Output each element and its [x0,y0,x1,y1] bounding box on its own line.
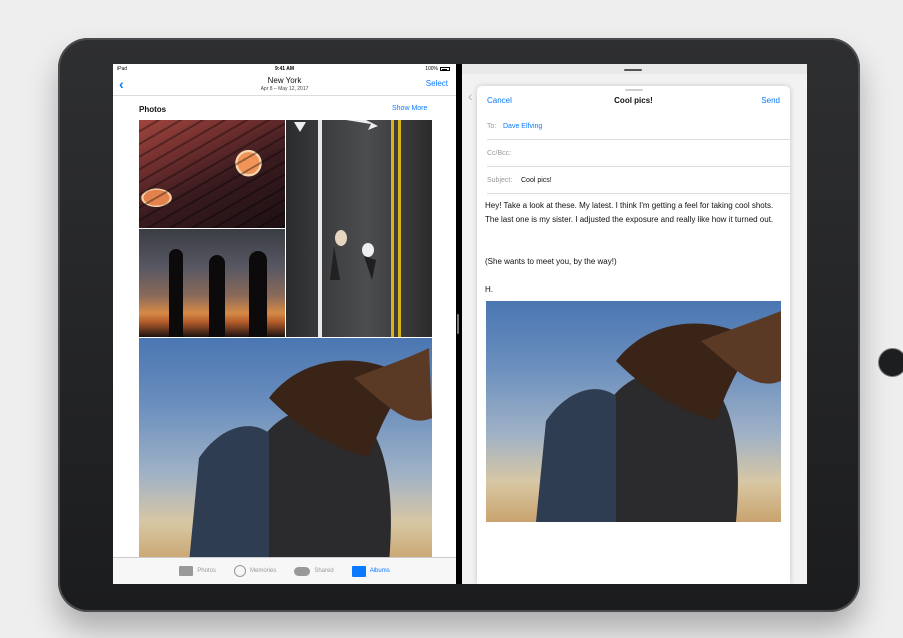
photos-navbar: ‹ New York Apr 8 – May 12, 2017 Select [113,74,456,96]
tab-photos-label: Photos [197,568,216,574]
compose-title: Cool pics! [614,96,653,105]
status-bar: iPad 9:41 AM 100% [113,64,456,74]
photo-road[interactable] [286,120,432,337]
photos-section-title: Photos [139,105,167,114]
photos-app: iPad 9:41 AM 100% ‹ New York Apr 8 – May… [113,64,456,584]
tab-shared[interactable]: Shared [294,566,334,576]
photo-silhouettes[interactable] [139,229,285,337]
show-more-link[interactable]: Show More [392,105,427,112]
tab-memories[interactable]: Memories [233,565,277,577]
mail-back-chevron-icon: ‹ [468,88,473,104]
subject-field[interactable]: Subject: Cool pics! [487,167,790,194]
tab-shared-label: Shared [314,568,334,574]
tab-photos[interactable]: Photos [179,566,216,576]
subject-value[interactable]: Cool pics! [521,177,552,184]
photo-grapefruit[interactable] [139,120,285,228]
albums-icon [351,565,366,577]
tab-albums[interactable]: Albums [351,565,390,577]
cloud-icon [294,566,311,576]
to-recipient[interactable]: Dave Elfving [503,123,542,130]
cc-bcc-field[interactable]: Cc/Bcc: [487,140,790,167]
album-date-range: Apr 8 – May 12, 2017 [260,86,309,92]
battery-percent: 100% [425,66,438,72]
album-title: New York [267,76,302,85]
to-field[interactable]: To: Dave Elfving [487,113,790,140]
body-paragraph-2[interactable]: (She wants to meet you, by the way!) [485,255,783,269]
tab-albums-label: Albums [369,568,390,574]
select-button[interactable]: Select [426,79,448,88]
battery-icon [440,67,450,71]
compose-sheet: Cancel Cool pics! Send To: Dave Elfving … [477,86,790,584]
send-button[interactable]: Send [761,96,780,105]
subject-label: Subject: [487,177,513,184]
photo-woman-hair[interactable] [139,338,432,563]
split-view-handle[interactable] [457,314,459,334]
status-right: 100% [425,66,450,72]
body-signoff[interactable]: H. [485,283,783,297]
status-time: 9:41 AM [275,66,294,72]
home-button[interactable] [878,348,903,377]
ipad-screen: iPad 9:41 AM 100% ‹ New York Apr 8 – May… [113,64,807,584]
compose-grabber[interactable] [625,89,643,91]
attached-photo[interactable] [486,301,781,522]
photos-icon [179,566,194,576]
compose-header: Cancel Cool pics! Send [477,93,790,115]
photos-tab-bar: Photos Memories Shared Albums [113,557,456,584]
tab-memories-label: Memories [249,568,277,574]
cc-bcc-label: Cc/Bcc: [487,150,512,157]
memories-icon [233,565,246,577]
mail-app-grabber[interactable] [624,69,642,71]
to-label: To: [487,123,497,130]
body-paragraph-1[interactable]: Hey! Take a look at these. My latest. I … [485,199,783,227]
